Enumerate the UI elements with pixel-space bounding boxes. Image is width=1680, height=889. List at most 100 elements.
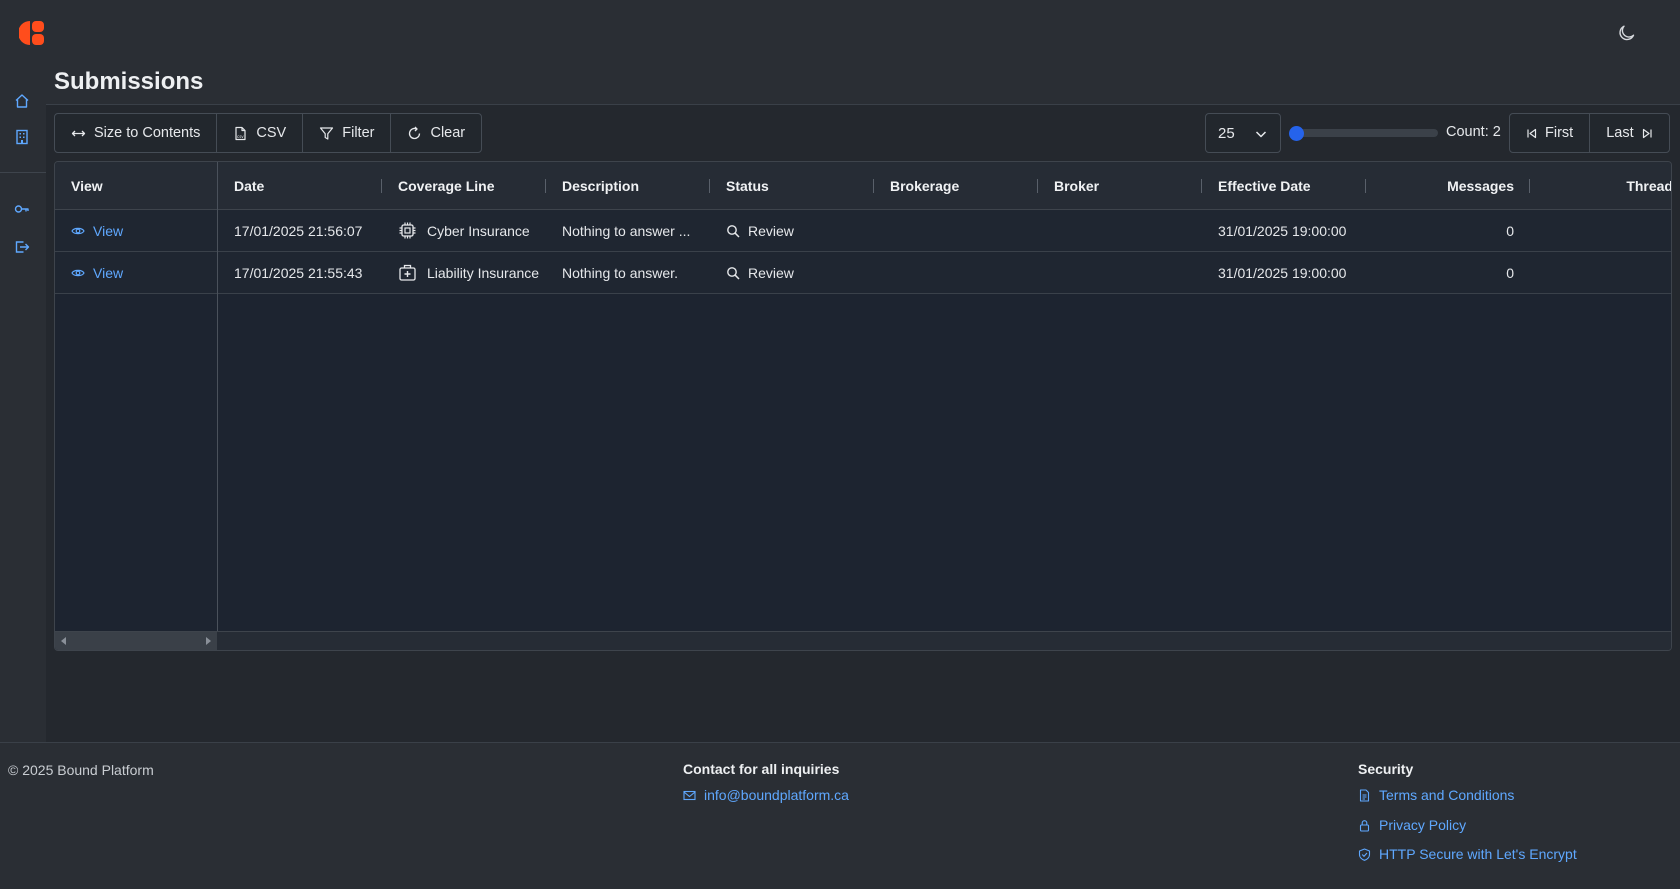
privacy-label: Privacy Policy xyxy=(1379,817,1467,833)
cell-status: Review xyxy=(710,252,794,293)
view-link-label: View xyxy=(93,222,124,239)
page-size-select[interactable]: 25 xyxy=(1205,113,1281,153)
cell-date: 17/01/2025 21:55:43 xyxy=(234,264,363,281)
eye-icon xyxy=(71,269,85,276)
column-header-coverage-line[interactable]: Coverage Line xyxy=(382,162,546,210)
grid-toolbar: Size to Contents csv CSV Filter Clear xyxy=(54,113,483,153)
cell-brokerage xyxy=(874,252,890,293)
column-header-brokerage[interactable]: Brokerage xyxy=(874,162,1038,210)
contact-email-link[interactable]: info@boundplatform.ca xyxy=(683,787,849,803)
horizontal-arrows-icon xyxy=(71,130,86,136)
top-bar xyxy=(0,0,1680,66)
footer: © 2025 Bound Platform Contact for all in… xyxy=(0,742,1680,889)
column-header-messages[interactable]: Messages xyxy=(1366,162,1530,210)
search-icon xyxy=(727,266,740,280)
first-label: First xyxy=(1545,125,1574,141)
privacy-link[interactable]: Privacy Policy xyxy=(1358,817,1466,833)
record-count: Count: 2 xyxy=(1446,124,1501,140)
status-label: Review xyxy=(748,264,794,281)
cell-description: Nothing to answer. xyxy=(562,264,678,281)
filter-button[interactable]: Filter xyxy=(303,114,392,152)
cell-messages: 0 xyxy=(1506,264,1514,281)
page-slider[interactable] xyxy=(1289,126,1438,141)
size-to-contents-button[interactable]: Size to Contents xyxy=(55,114,218,152)
csv-label: CSV xyxy=(256,125,287,141)
chevron-down-icon xyxy=(1255,131,1267,138)
coverage-line-label: Cyber Insurance xyxy=(427,222,530,239)
last-page-button[interactable]: Last xyxy=(1590,114,1668,152)
terms-link[interactable]: Terms and Conditions xyxy=(1358,787,1514,803)
page-slider-thumb[interactable] xyxy=(1289,126,1304,141)
table-row[interactable]: View 17/01/2025 21:55:43 Liability Insur… xyxy=(55,252,1671,294)
contact-email-label: info@boundplatform.ca xyxy=(704,787,849,803)
status-label: Review xyxy=(748,222,794,239)
column-header-thread[interactable]: Thread xyxy=(1530,162,1671,210)
bound-logo-icon[interactable] xyxy=(19,20,45,46)
dark-mode-toggle-icon[interactable] xyxy=(1618,24,1636,42)
copyright-text: © 2025 Bound Platform xyxy=(8,762,154,778)
cell-description: Nothing to answer ... xyxy=(562,222,691,239)
column-header-status[interactable]: Status xyxy=(710,162,874,210)
logout-icon[interactable] xyxy=(14,239,30,255)
horizontal-scrollbar[interactable] xyxy=(55,631,1671,650)
filter-label: Filter xyxy=(342,125,375,141)
chip-icon xyxy=(399,222,416,239)
cell-date: 17/01/2025 21:56:07 xyxy=(234,222,363,239)
contact-heading: Contact for all inquiries xyxy=(683,761,840,777)
column-header-effective-date[interactable]: Effective Date xyxy=(1202,162,1366,210)
svg-text:csv: csv xyxy=(237,134,244,139)
page-navigation: First Last xyxy=(1509,113,1670,153)
home-icon[interactable] xyxy=(14,93,30,109)
coverage-line-label: Liability Insurance xyxy=(427,264,540,281)
https-label: HTTP Secure with Let's Encrypt xyxy=(1379,846,1577,862)
eye-icon xyxy=(71,227,85,234)
https-link[interactable]: HTTP Secure with Let's Encrypt xyxy=(1358,846,1577,862)
size-to-contents-label: Size to Contents xyxy=(94,125,201,141)
column-header-description[interactable]: Description xyxy=(546,162,710,210)
cell-effective-date: 31/01/2025 19:00:00 xyxy=(1218,222,1347,239)
cell-coverage-line: Liability Insurance xyxy=(382,252,539,293)
terms-label: Terms and Conditions xyxy=(1379,787,1515,803)
sidebar-divider xyxy=(0,172,46,173)
skip-last-icon xyxy=(1642,128,1652,138)
scroll-right-icon[interactable] xyxy=(206,637,211,645)
pinned-scrollbar-section[interactable] xyxy=(55,632,217,650)
view-link[interactable]: View xyxy=(55,210,218,251)
document-icon xyxy=(1359,788,1370,802)
cell-brokerage xyxy=(874,210,890,251)
clear-button[interactable]: Clear xyxy=(391,114,481,152)
lock-icon xyxy=(1359,819,1370,832)
title-bar: Submissions xyxy=(46,66,1680,105)
medical-kit-icon xyxy=(399,264,416,281)
cell-broker xyxy=(1038,210,1054,251)
column-header-broker[interactable]: Broker xyxy=(1038,162,1202,210)
view-link[interactable]: View xyxy=(55,252,218,293)
csv-file-icon: csv xyxy=(235,126,247,140)
cell-messages: 0 xyxy=(1506,222,1514,239)
search-icon xyxy=(727,224,740,238)
page-slider-track[interactable] xyxy=(1293,129,1438,137)
page-title: Submissions xyxy=(54,68,204,95)
pinned-column-divider xyxy=(217,162,218,632)
skip-first-icon xyxy=(1527,128,1537,138)
table-row[interactable]: View 17/01/2025 21:56:07 Cyber Insurance… xyxy=(55,210,1671,252)
key-icon[interactable] xyxy=(14,201,30,217)
funnel-icon xyxy=(320,126,334,140)
sidebar xyxy=(0,66,46,742)
main-content: Submissions Size to Contents csv CSV Fil… xyxy=(46,66,1680,742)
first-page-button[interactable]: First xyxy=(1510,114,1591,152)
view-link-label: View xyxy=(93,264,124,281)
cell-status: Review xyxy=(710,210,794,251)
refresh-icon xyxy=(409,126,421,139)
scroll-left-icon[interactable] xyxy=(61,637,66,645)
submissions-grid: View Date Coverage Line Description Stat… xyxy=(54,161,1672,651)
building-icon[interactable] xyxy=(14,129,30,145)
csv-button[interactable]: csv CSV xyxy=(217,114,304,152)
column-header-view[interactable]: View xyxy=(55,162,218,210)
column-header-date[interactable]: Date xyxy=(218,162,382,210)
cell-broker xyxy=(1038,252,1054,293)
last-label: Last xyxy=(1606,125,1634,141)
cell-effective-date: 31/01/2025 19:00:00 xyxy=(1218,264,1347,281)
shield-check-icon xyxy=(1358,847,1371,861)
security-heading: Security xyxy=(1358,761,1414,777)
